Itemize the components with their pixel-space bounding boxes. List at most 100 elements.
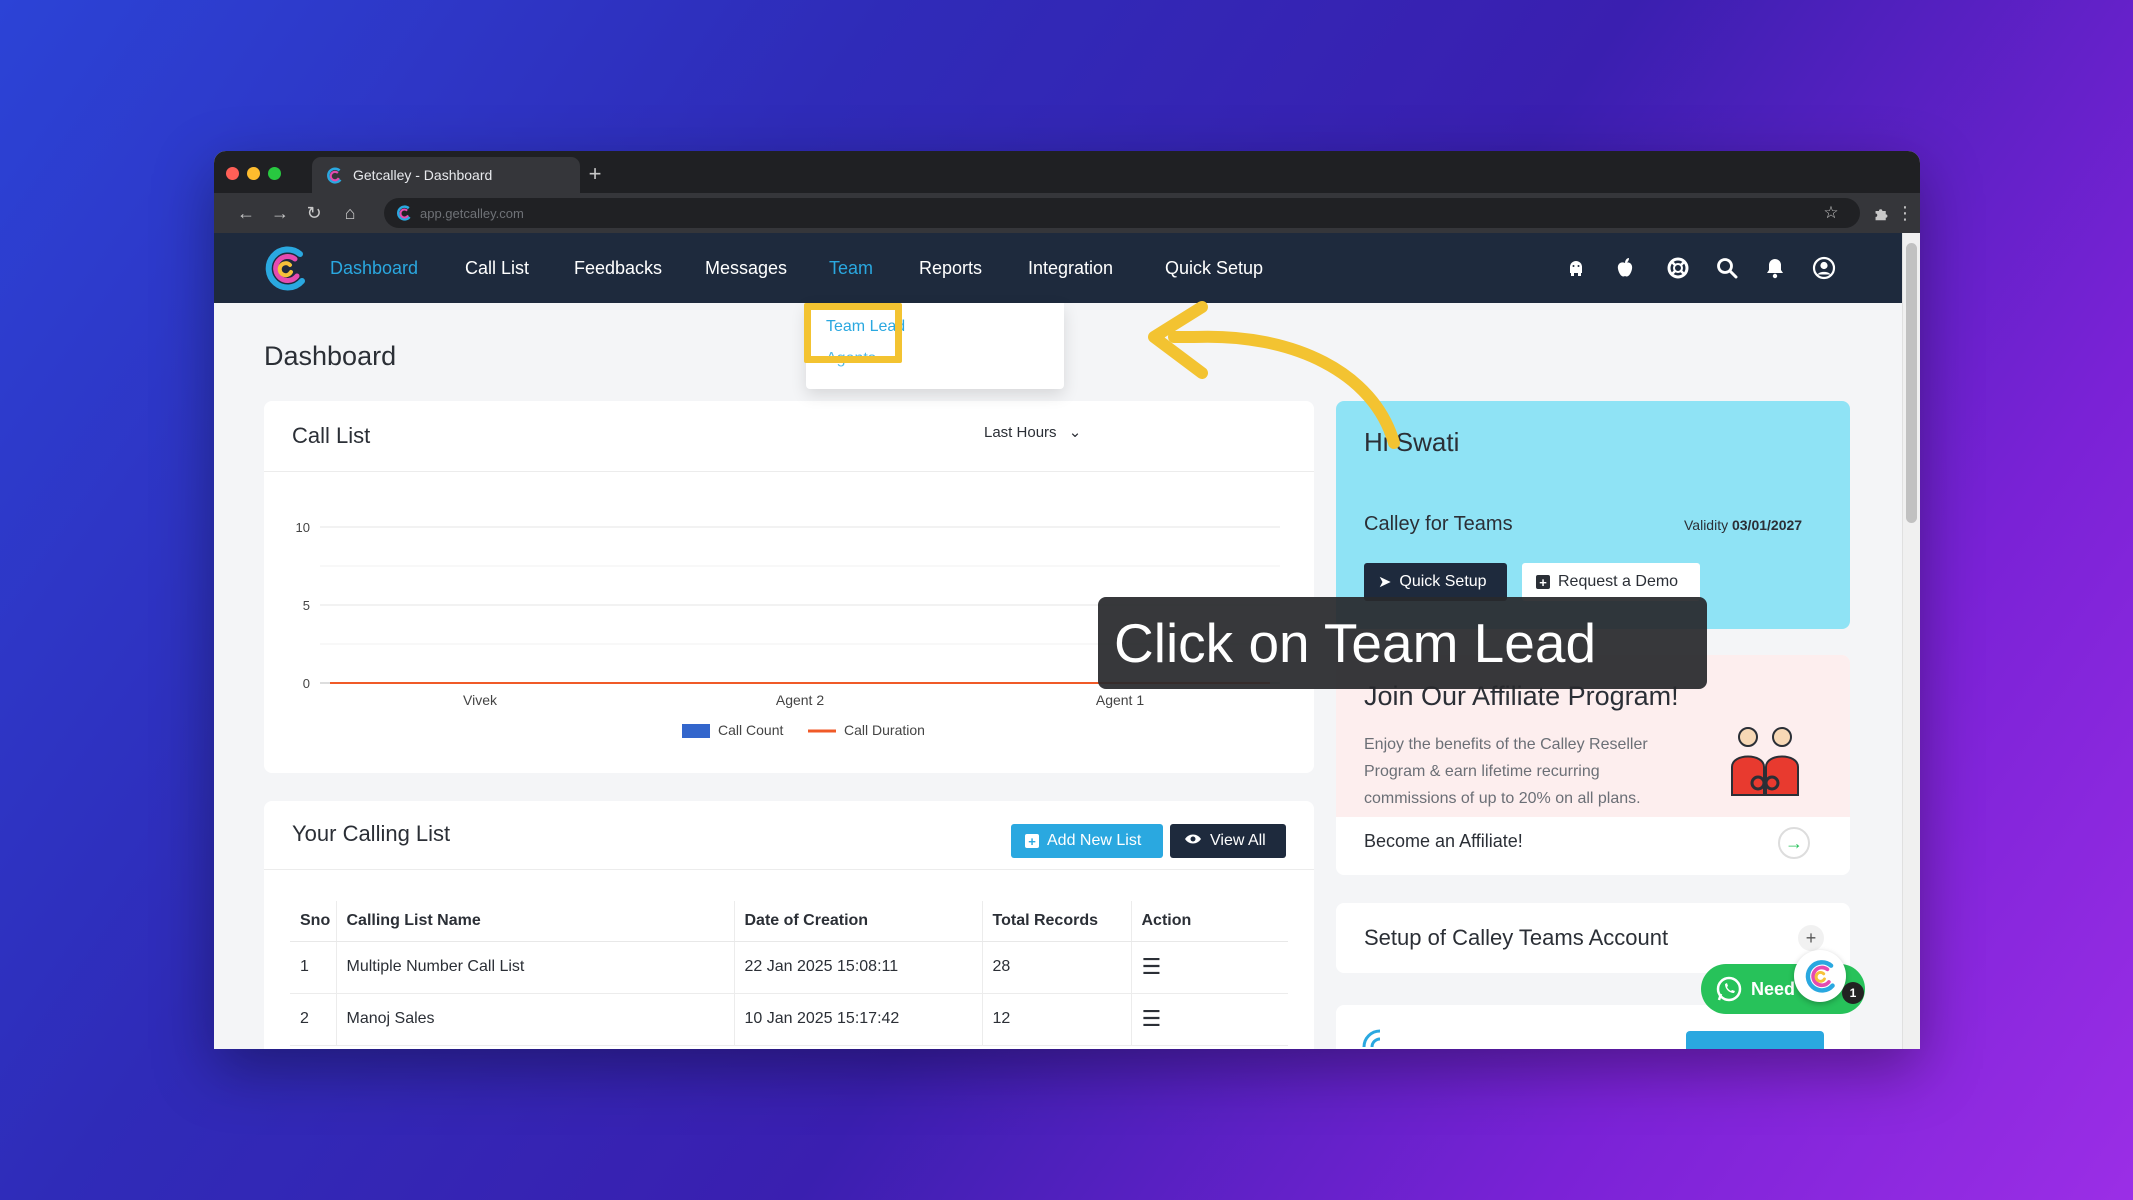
nav-quick-setup[interactable]: Quick Setup (1165, 233, 1263, 303)
bookmark-star-icon[interactable]: ☆ (1816, 198, 1846, 228)
table-row[interactable]: 2 Manoj Sales 10 Jan 2025 15:17:42 12 ☰ (290, 993, 1288, 1046)
legend-swatch-call-count (682, 724, 710, 738)
affiliate-people-icon (1731, 727, 1799, 796)
setup-teams-title: Setup of Calley Teams Account (1364, 925, 1669, 950)
request-demo-label: Request a Demo (1558, 573, 1679, 590)
unread-count-badge: 1 (1842, 982, 1864, 1004)
row-records: 28 (981, 941, 1131, 994)
browser-window: Getcalley - Dashboard + ← → ↻ ⌂ app.getc… (214, 151, 1920, 1049)
row-list-name[interactable]: Manoj Sales (335, 993, 734, 1046)
extensions-puzzle-icon[interactable] (1866, 198, 1896, 228)
partial-action-button[interactable] (1686, 1031, 1824, 1049)
maximize-window-button[interactable] (268, 167, 281, 180)
plus-square-icon: + (1025, 834, 1039, 849)
chat-label: Need (1751, 978, 1796, 999)
calley-favicon-icon (327, 166, 342, 184)
calley-chat-bubble[interactable] (1794, 950, 1846, 1002)
affiliate-line: Enjoy the benefits of the Calley Reselle… (1364, 736, 1648, 753)
whatsapp-icon (1716, 976, 1742, 1002)
apple-icon[interactable] (1611, 254, 1639, 282)
call-list-title: Call List (292, 423, 371, 448)
home-icon[interactable]: ⌂ (336, 199, 364, 227)
row-sno: 2 (290, 993, 336, 1046)
nav-team[interactable]: Team (829, 233, 873, 303)
close-window-button[interactable] (226, 167, 239, 180)
validity-date: 03/01/2027 (1731, 517, 1803, 533)
nav-call-list[interactable]: Call List (465, 233, 529, 303)
address-bar[interactable]: app.getcalley.com (384, 198, 1860, 228)
main-content: Dashboard Call List Last Hours ⌄ 10 5 0 Viv… (214, 301, 1902, 1049)
browser-tab-bar: Getcalley - Dashboard + (214, 151, 1920, 193)
team-lead-highlight-box (804, 303, 902, 363)
nav-reports[interactable]: Reports (919, 233, 982, 303)
site-favicon-icon (397, 205, 411, 221)
search-icon[interactable] (1713, 254, 1741, 282)
legend-label-call-duration: Call Duration (844, 722, 925, 738)
nav-integration[interactable]: Integration (1028, 233, 1113, 303)
notification-bell-icon[interactable] (1761, 254, 1789, 282)
row-list-name[interactable]: Multiple Number Call List (335, 941, 734, 994)
affiliate-line: Program & earn lifetime recurring (1364, 763, 1600, 780)
column-header: Sno (290, 901, 336, 942)
user-profile-icon[interactable] (1810, 254, 1838, 282)
minimize-window-button[interactable] (247, 167, 260, 180)
row-sno: 1 (290, 941, 336, 994)
row-action: ☰ (1130, 993, 1288, 1046)
nav-feedbacks[interactable]: Feedbacks (574, 233, 662, 303)
add-new-list-label: Add New List (1047, 832, 1142, 849)
y-tick-label: 0 (303, 676, 310, 691)
expand-plus-icon[interactable]: + (1798, 925, 1824, 951)
address-bar-url: app.getcalley.com (420, 205, 524, 221)
browser-tab[interactable]: Getcalley - Dashboard (312, 157, 580, 193)
card-divider (264, 869, 1314, 870)
view-all-label: View All (1210, 832, 1266, 849)
reload-icon[interactable]: ↻ (300, 199, 328, 227)
x-tick-label: Vivek (463, 692, 498, 708)
browser-menu-icon[interactable]: ⋮ (1894, 198, 1916, 228)
nav-messages[interactable]: Messages (705, 233, 787, 303)
support-lifebuoy-icon[interactable] (1664, 254, 1692, 282)
arrow-right-icon[interactable]: → (1778, 827, 1810, 859)
calling-list-card: Your Calling List + Add New List View Al… (264, 801, 1314, 1049)
app-navbar: Dashboard Call List Feedbacks Messages T… (214, 233, 1902, 303)
add-new-list-button[interactable]: + Add New List (1011, 824, 1163, 858)
back-arrow-icon[interactable]: ← (232, 199, 260, 227)
row-date: 22 Jan 2025 15:08:11 (733, 941, 982, 994)
validity-label: Validity (1684, 517, 1729, 533)
view-all-button[interactable]: View All (1170, 824, 1286, 858)
row-records: 12 (981, 993, 1131, 1046)
validity-info: Validity 03/01/2027 (1684, 517, 1802, 533)
page-title: Dashboard (264, 341, 397, 371)
x-tick-label: Agent 1 (1096, 692, 1144, 708)
affiliate-line: commissions of up to 20% on all plans. (1364, 790, 1641, 807)
column-header: Total Records (981, 901, 1131, 942)
legend-label-call-count: Call Count (718, 722, 783, 738)
signal-icon (1362, 1029, 1381, 1048)
forward-arrow-icon[interactable]: → (266, 199, 294, 227)
android-icon[interactable] (1562, 254, 1590, 282)
request-demo-button[interactable]: + Request a Demo (1522, 563, 1700, 601)
become-affiliate-link[interactable]: Become an Affiliate! (1364, 831, 1523, 852)
setup-teams-card[interactable]: Setup of Calley Teams Account + (1336, 903, 1850, 973)
column-header: Calling List Name (335, 901, 734, 942)
table-row[interactable]: 1 Multiple Number Call List 22 Jan 2025 … (290, 941, 1288, 994)
new-tab-plus-icon[interactable]: + (578, 157, 612, 191)
row-action: ☰ (1130, 941, 1288, 994)
list-menu-icon[interactable]: ☰ (1142, 1006, 1162, 1031)
scrollbar-thumb[interactable] (1906, 243, 1917, 523)
column-header: Action (1130, 901, 1288, 942)
browser-tab-title: Getcalley - Dashboard (353, 167, 493, 183)
column-header: Date of Creation (733, 901, 982, 942)
nav-dashboard[interactable]: Dashboard (330, 233, 418, 303)
calling-list-title: Your Calling List (292, 821, 451, 846)
row-date: 10 Jan 2025 15:17:42 (733, 993, 982, 1046)
y-tick-label: 10 (296, 520, 310, 535)
calley-logo-icon[interactable] (262, 245, 308, 291)
browser-toolbar: ← → ↻ ⌂ app.getcalley.com ☆ ⋮ (214, 193, 1920, 233)
calley-logo-icon (1805, 960, 1835, 993)
page-scrollbar[interactable] (1902, 233, 1920, 1049)
affiliate-description: Enjoy the benefits of the Calley Reselle… (1364, 731, 1648, 812)
calling-list-table: Sno Calling List Name Date of Creation T… (290, 901, 1288, 1046)
list-menu-icon[interactable]: ☰ (1142, 954, 1162, 979)
plus-square-icon: + (1536, 575, 1550, 590)
